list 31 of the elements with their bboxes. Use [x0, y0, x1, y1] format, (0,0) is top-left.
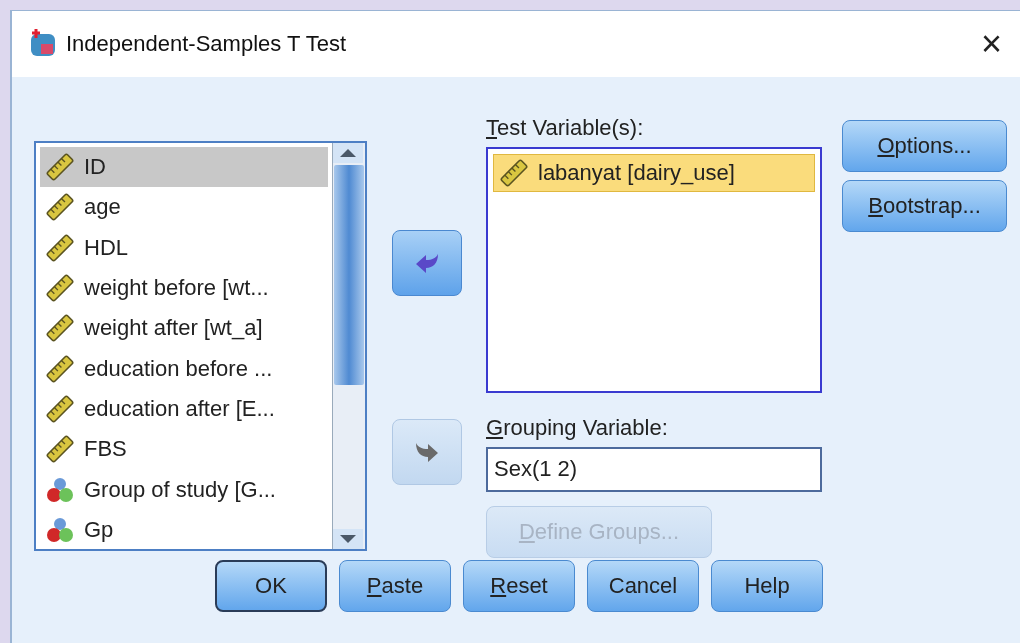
- test-variables-label: Test Variable(s):: [486, 115, 644, 142]
- variable-item[interactable]: Gp: [40, 509, 328, 550]
- dialog-button[interactable]: Options...: [842, 120, 1007, 172]
- scrollbar[interactable]: [332, 143, 365, 549]
- dialog-button[interactable]: Cancel: [587, 560, 699, 612]
- grouping-variable-field[interactable]: Sex(1 2): [486, 447, 822, 492]
- variable-item[interactable]: labanyat [dairy_use]: [493, 154, 815, 192]
- grouping-variable-label: Grouping Variable:: [486, 415, 668, 442]
- close-button[interactable]: ×: [980, 26, 1002, 62]
- variable-item[interactable]: weight before [wt...: [40, 267, 328, 309]
- variable-item[interactable]: ID: [40, 147, 328, 188]
- dialog-button[interactable]: Help: [711, 560, 823, 612]
- scroll-thumb[interactable]: [334, 165, 364, 385]
- scroll-down-icon[interactable]: [333, 529, 363, 549]
- dialog-button[interactable]: Paste: [339, 560, 451, 612]
- variable-item[interactable]: age: [40, 187, 328, 228]
- app-icon: [28, 29, 58, 59]
- dialog-button[interactable]: Bootstrap...: [842, 180, 1007, 232]
- variable-item[interactable]: education before ...: [40, 348, 328, 389]
- variable-item[interactable]: Group of study [G...: [40, 469, 328, 510]
- variable-item[interactable]: FBS: [40, 429, 328, 470]
- variable-item[interactable]: HDL: [40, 227, 328, 268]
- circles-icon: [46, 475, 74, 504]
- dialog-button[interactable]: OK: [215, 560, 327, 612]
- move-button[interactable]: [391, 230, 462, 296]
- circles-icon: [46, 515, 74, 544]
- dialog-button[interactable]: Reset: [463, 560, 575, 612]
- variable-item[interactable]: education after [E...: [40, 388, 328, 430]
- variable-item[interactable]: weight after [wt_a]: [40, 308, 328, 349]
- scroll-up-icon[interactable]: [333, 143, 363, 163]
- window-title: Independent-Samples T Test: [66, 31, 348, 57]
